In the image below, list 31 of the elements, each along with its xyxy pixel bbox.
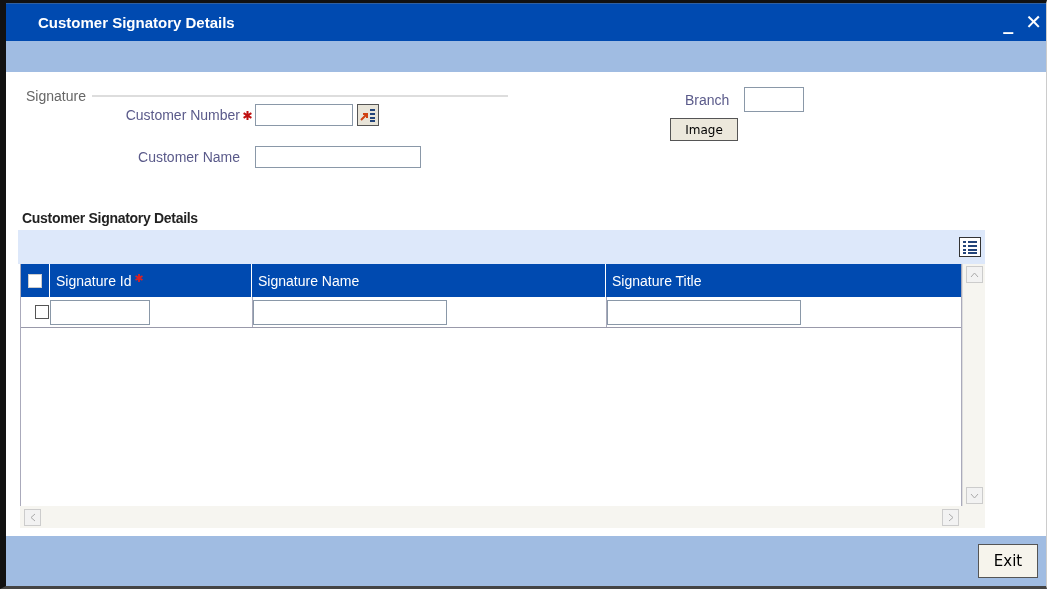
column-header[interactable]: Signature Id <box>49 264 251 298</box>
field-label: Branch <box>685 91 730 108</box>
image-button[interactable]: Image <box>670 118 738 142</box>
column-header[interactable]: Signature Title <box>605 264 961 298</box>
section-legend: Signature <box>26 88 86 105</box>
minimize-button[interactable]: _ <box>1001 12 1016 33</box>
column-label: Signature Id <box>56 272 132 289</box>
column-header[interactable]: Signature Name <box>251 264 605 298</box>
scroll-down-icon[interactable] <box>965 487 983 505</box>
column-label: Signature Title <box>612 272 702 289</box>
input-field[interactable] <box>50 299 150 325</box>
list-view-icon[interactable] <box>959 237 981 258</box>
input-field[interactable] <box>255 146 421 169</box>
vertical-scrollbar[interactable] <box>962 264 985 507</box>
scroll-up-icon[interactable] <box>965 266 983 284</box>
column-label: Signature Name <box>258 272 360 289</box>
checkbox[interactable] <box>35 305 49 320</box>
window-title: Customer Signatory Details <box>38 13 235 31</box>
section-title: Customer Signatory Details <box>22 210 199 227</box>
scroll-left-icon[interactable] <box>24 508 41 526</box>
input-field[interactable] <box>744 87 805 113</box>
close-button[interactable]: ✕ <box>1023 12 1044 33</box>
scroll-right-icon[interactable] <box>942 508 959 526</box>
exit-button[interactable]: Exit <box>978 544 1038 579</box>
lookup-icon[interactable] <box>357 104 379 127</box>
input-field[interactable] <box>255 104 353 127</box>
field-label: Customer Number <box>124 107 240 124</box>
input-field[interactable] <box>253 299 447 325</box>
input-field[interactable] <box>607 299 801 325</box>
field-label: Customer Name <box>137 149 240 166</box>
horizontal-scrollbar[interactable] <box>20 506 985 529</box>
